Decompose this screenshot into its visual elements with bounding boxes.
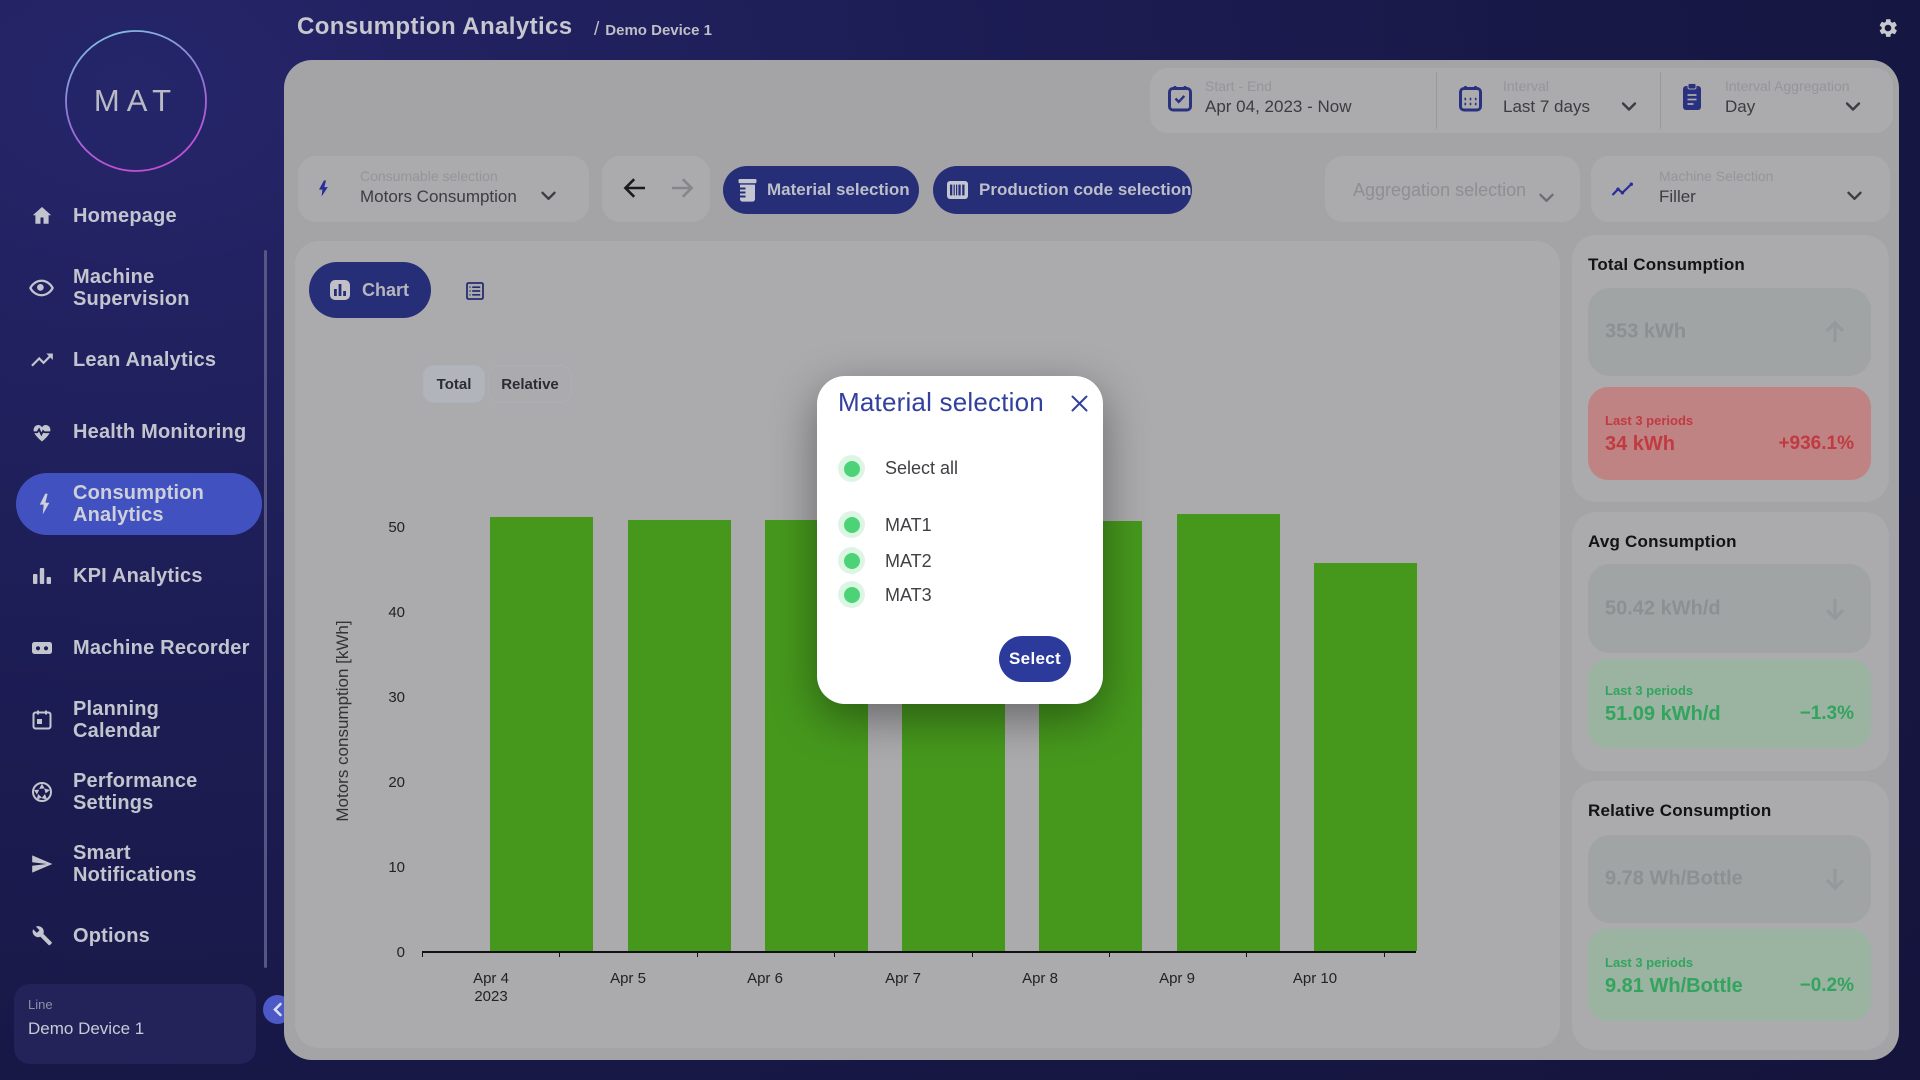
svg-text:Motors consumption [kWh]: Motors consumption [kWh]: [333, 620, 352, 821]
svg-text:50: 50: [388, 519, 405, 536]
svg-text:Apr 4: Apr 4: [473, 970, 509, 987]
svg-text:Apr 10: Apr 10: [1293, 970, 1337, 987]
svg-text:30: 30: [388, 689, 405, 706]
svg-text:Apr 9: Apr 9: [1159, 970, 1195, 987]
svg-text:Apr 8: Apr 8: [1022, 970, 1058, 987]
svg-text:MAT: MAT: [94, 83, 178, 118]
svg-text:2023: 2023: [474, 988, 507, 1005]
svg-text:Apr 6: Apr 6: [747, 970, 783, 987]
svg-text:0: 0: [397, 944, 405, 961]
svg-text:40: 40: [388, 604, 405, 621]
svg-text:Apr 7: Apr 7: [885, 970, 921, 987]
svg-text:10: 10: [388, 859, 405, 876]
svg-text:Apr 5: Apr 5: [610, 970, 646, 987]
svg-text:20: 20: [388, 774, 405, 791]
